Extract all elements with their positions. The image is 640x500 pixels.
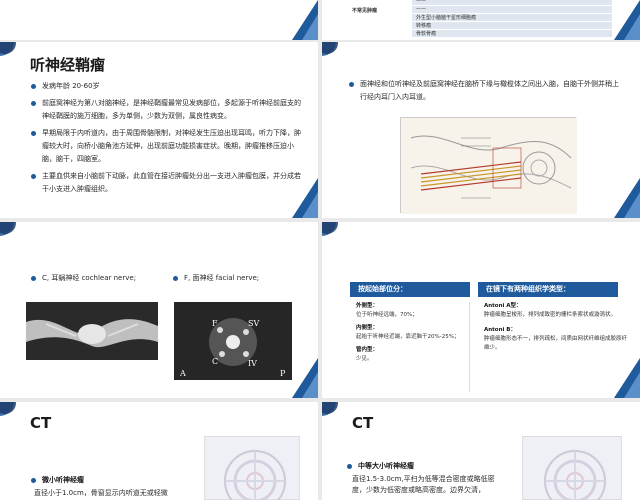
slide-thumb-4[interactable]: 面神经和位听神经及前庭窝神经在脑桥下缘与橄榄体之间出入脑，自脑干外侧并稍上行经内… xyxy=(322,42,640,218)
img-label: SV xyxy=(248,319,259,328)
mri-image-facial: F SV C IV A P xyxy=(174,302,292,380)
slide-thumb-1[interactable] xyxy=(0,0,318,40)
ct-illustration xyxy=(204,436,300,500)
caption-cochlear: C, 耳蜗神经 cochlear nerve; xyxy=(30,272,160,285)
corner-decoration xyxy=(302,14,318,40)
slide-thumb-5[interactable]: C, 耳蜗神经 cochlear nerve; F, 面神经 facial ne… xyxy=(0,222,318,398)
slide-title: 听神经鞘瘤 xyxy=(30,56,106,74)
bullet-item: 发病年龄 20-60岁 xyxy=(30,80,302,93)
ct-subtitle: 中等大小听神经瘤 xyxy=(346,460,414,473)
corner-decoration xyxy=(624,14,640,40)
ct-text: 直径小于1.0cm，骨窗显示内听道无或轻微 xyxy=(34,489,168,497)
slide-title: CT xyxy=(30,414,52,432)
img-label: F xyxy=(212,319,218,328)
ear-anatomy-illustration xyxy=(400,117,577,214)
corner-circle xyxy=(322,42,338,54)
corner-circle xyxy=(322,222,338,234)
slide-thumb-2[interactable]: —— 不常见肿瘤 —— 外生型小脑脑干星形细胞瘤 转移瘤 骨软骨瘤 xyxy=(322,0,640,40)
img-label: P xyxy=(280,369,286,378)
slide-grid: —— 不常见肿瘤 —— 外生型小脑脑干星形细胞瘤 转移瘤 骨软骨瘤 听神经鞘瘤 发… xyxy=(0,0,640,500)
panel-body-origin: 外侧型： 位于听神经远端，70%； 内侧型： 起始于听神经近端，靠近脑干20%-… xyxy=(350,302,470,392)
slide-thumb-6[interactable]: 按起始部位分： 外侧型： 位于听神经远端，70%； 内侧型： 起始于听神经近端，… xyxy=(322,222,640,398)
bullet-item: 前庭窝神经为第八对脑神经，是神经鞘瘤最常见发病部位，多起源于听神经前庭支的神经鞘… xyxy=(30,97,302,123)
img-label: A xyxy=(179,369,186,378)
mri-image-cochlear xyxy=(26,302,158,360)
slide-thumb-7[interactable]: CT 微小听神经瘤 直径小于1.0cm，骨窗显示内听道无或轻微 xyxy=(0,402,318,500)
corner-decoration xyxy=(302,192,318,218)
panel-head-origin: 按起始部位分： xyxy=(350,282,470,297)
corner-circle xyxy=(0,222,16,234)
slide-title: CT xyxy=(352,414,374,432)
ct-illustration xyxy=(522,436,622,500)
tumor-table: —— 不常见肿瘤 —— 外生型小脑脑干星形细胞瘤 转移瘤 骨软骨瘤 xyxy=(352,0,612,38)
corner-circle xyxy=(0,42,16,54)
bullet-item: 主要血供来自小脑前下动脉，此血管在接近肿瘤处分出一支进入肿瘤包膜，并分成若干小支… xyxy=(30,170,302,196)
ct-subtitle: 微小听神经瘤 xyxy=(30,474,84,487)
corner-decoration xyxy=(302,372,318,398)
corner-decoration xyxy=(624,372,640,398)
panel-head-histology: 在镜下有两种组织学类型： xyxy=(478,282,618,297)
corner-circle xyxy=(0,402,16,414)
corner-circle xyxy=(322,402,338,414)
slide-thumb-8[interactable]: CT 中等大小听神经瘤 直径1.5-3.0cm,平扫为低等混合密度或略低密度，少… xyxy=(322,402,640,500)
img-label: C xyxy=(212,357,218,366)
bullet-list: 发病年龄 20-60岁 前庭窝神经为第八对脑神经，是神经鞘瘤最常见发病部位，多起… xyxy=(30,80,302,200)
ct-text: 直径1.5-3.0cm,平扫为低等混合密度或略低密度，少数为低密度或略高密度。边… xyxy=(352,475,495,494)
anatomy-text: 面神经和位听神经及前庭窝神经在脑桥下缘与橄榄体之间出入脑，自脑干外侧并稍上行经内… xyxy=(348,78,620,104)
panel-body-histology: Antoni A型： 肿瘤细胞呈梭形，排列成致密的栅栏条索状或漩涡状。 Anto… xyxy=(478,302,628,392)
caption-facial: F, 面神经 facial nerve; xyxy=(172,272,302,285)
slide-thumb-3[interactable]: 听神经鞘瘤 发病年龄 20-60岁 前庭窝神经为第八对脑神经，是神经鞘瘤最常见发… xyxy=(0,42,318,218)
img-label: IV xyxy=(248,359,257,368)
corner-decoration xyxy=(624,192,640,218)
bullet-item: 早期局限于内听道内，由于周围骨骼限制，对神经发生压迫出现耳鸣，听力下降，肿瘤较大… xyxy=(30,127,302,166)
